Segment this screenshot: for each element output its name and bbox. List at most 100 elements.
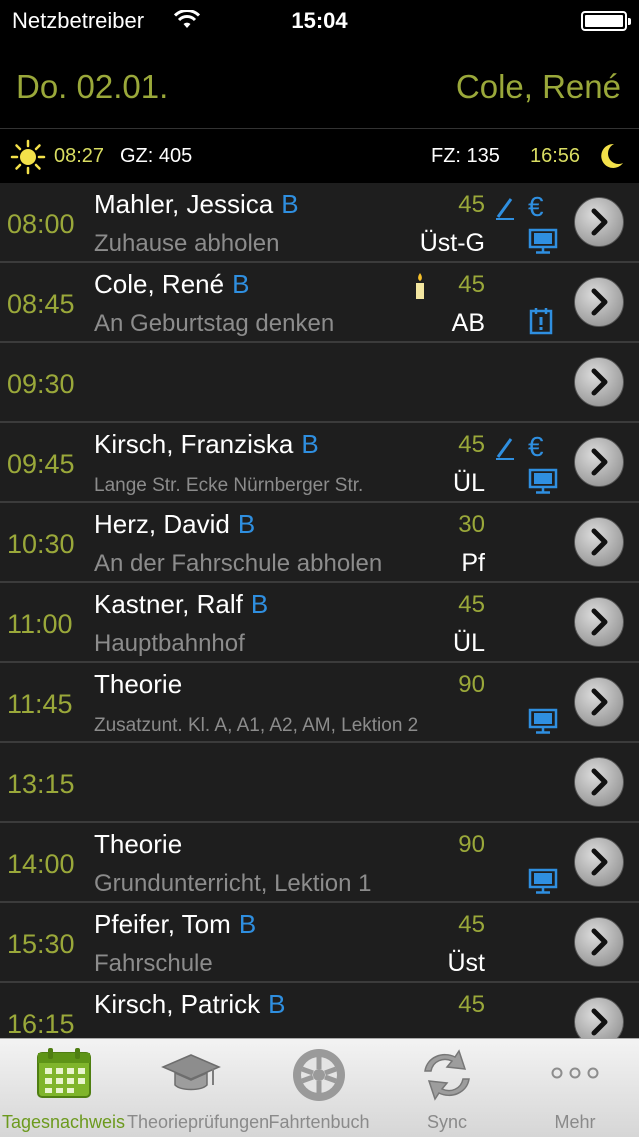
student-name: Cole, René — [94, 269, 225, 299]
theory-row[interactable]: 14:00 Theorie Grundunterricht, Lektion 1… — [0, 823, 639, 903]
sync-icon — [417, 1047, 477, 1108]
appointment-row[interactable]: 16:15 Kirsch, Patrick B 45 — [0, 983, 639, 1038]
tab-tagesnachweis[interactable]: Tagesnachweis — [0, 1039, 127, 1137]
empty-slot-row[interactable]: 09:30 — [0, 343, 639, 423]
fz-value: FZ: 135 — [431, 145, 500, 167]
row-title: Theorie — [94, 829, 183, 859]
row-duration: 45 — [458, 191, 485, 218]
birthday-candle-icon — [411, 271, 429, 306]
row-lesson-type: ÜL — [453, 629, 485, 657]
row-detail-button[interactable] — [574, 997, 624, 1038]
pencil-icon — [494, 435, 516, 466]
sun-info-bar: 08:27 GZ: 405 FZ: 135 16:56 — [0, 129, 639, 183]
row-detail-button[interactable] — [574, 197, 624, 247]
calendar-icon — [36, 1047, 92, 1104]
battery-icon — [581, 11, 631, 31]
row-student: Kirsch, Patrick B — [94, 989, 286, 1020]
monitor-icon — [527, 227, 559, 260]
monitor-icon — [527, 707, 559, 740]
row-detail-button[interactable] — [574, 757, 624, 807]
license-class: B — [237, 509, 256, 539]
row-time: 11:45 — [7, 689, 73, 719]
sun-icon — [10, 139, 46, 181]
tab-fahrtenbuch[interactable]: Fahrtenbuch — [255, 1039, 383, 1137]
graduation-cap-icon — [161, 1047, 221, 1102]
row-note: Grundunterricht, Lektion 1 — [94, 870, 372, 897]
pencil-icon — [494, 195, 516, 226]
row-detail-button[interactable] — [574, 277, 624, 327]
row-note: An Geburtstag denken — [94, 310, 335, 337]
appointment-row[interactable]: 15:30 Pfeifer, Tom B Fahrschule 45 Üst — [0, 903, 639, 983]
row-duration: 30 — [458, 511, 485, 538]
tab-label: Tagesnachweis — [1, 1112, 126, 1132]
row-detail-button[interactable] — [574, 437, 624, 487]
monitor-icon — [527, 867, 559, 900]
appointment-row[interactable]: 08:45 Cole, René B An Geburtstag denken 4… — [0, 263, 639, 343]
row-detail-button[interactable] — [574, 357, 624, 407]
row-note: An der Fahrschule abholen — [94, 550, 383, 577]
row-time: 08:00 — [7, 209, 75, 239]
row-note: Lange Str. Ecke Nürnberger Str. — [94, 475, 364, 496]
tab-label: Sync — [426, 1112, 468, 1132]
tab-theoriepruefungen[interactable]: Theorieprüfungen — [127, 1039, 270, 1137]
row-title: Theorie — [94, 669, 183, 699]
row-detail-button[interactable] — [574, 917, 624, 967]
row-lesson-type: AB — [451, 309, 485, 337]
row-student: Cole, René B — [94, 269, 249, 300]
student-name: Kastner, Ralf — [94, 589, 243, 619]
row-note: Fahrschule — [94, 950, 213, 977]
row-note: Zusatzunt. Kl. A, A1, A2, AM, Lektion 2 — [94, 715, 419, 736]
wheel-icon — [291, 1047, 347, 1108]
license-class: B — [250, 589, 269, 619]
more-icon — [549, 1065, 601, 1086]
row-student: Mahler, Jessica B — [94, 189, 299, 220]
row-time: 10:30 — [7, 529, 75, 559]
row-student: Herz, David B — [94, 509, 255, 540]
row-detail-button[interactable] — [574, 677, 624, 727]
row-student: Kastner, Ralf B — [94, 589, 268, 620]
day-header: Do. 02.01. Cole, René — [0, 42, 639, 129]
student-name: Kirsch, Patrick — [94, 989, 261, 1019]
row-detail-button[interactable] — [574, 517, 624, 567]
appointment-row[interactable]: 08:00 Mahler, Jessica B Zuhause abholen 4… — [0, 183, 639, 263]
row-time: 09:30 — [7, 369, 75, 399]
euro-icon: € — [528, 431, 544, 462]
license-class: B — [301, 429, 319, 459]
row-duration: 45 — [458, 991, 485, 1018]
appointment-row[interactable]: 09:45 Kirsch, Franziska B Lange Str. Ecke… — [0, 423, 639, 503]
calendar-alert-icon — [529, 307, 553, 340]
row-time: 14:00 — [7, 849, 75, 879]
row-detail-button[interactable] — [574, 597, 624, 647]
row-time: 09:45 — [7, 449, 75, 479]
empty-slot-row[interactable]: 13:15 — [0, 743, 639, 823]
moon-icon — [596, 141, 626, 177]
appointment-list[interactable]: 08:00 Mahler, Jessica B Zuhause abholen 4… — [0, 183, 639, 1038]
row-duration: 90 — [458, 831, 485, 858]
license-class: B — [281, 189, 299, 219]
status-bar: Netzbetreiber 15:04 — [0, 0, 639, 42]
student-name: Pfeifer, Tom — [94, 909, 231, 939]
gz-value: GZ: 405 — [120, 145, 193, 167]
theory-row[interactable]: 11:45 Theorie Zusatzunt. Kl. A, A1, A2, … — [0, 663, 639, 743]
appointment-row[interactable]: 10:30 Herz, David B An der Fahrschule abh… — [0, 503, 639, 583]
tab-bar: Tagesnachweis Theorieprüfungen Fahrtenbu… — [0, 1038, 639, 1137]
status-time: 15:04 — [291, 8, 348, 33]
row-lesson-type: Pf — [461, 549, 485, 577]
tab-label: Theorieprüfungen — [127, 1112, 270, 1132]
sunrise-time: 08:27 — [54, 145, 105, 167]
date-label[interactable]: Do. 02.01. — [16, 68, 168, 106]
student-name: Herz, David — [94, 509, 230, 539]
appointment-row[interactable]: 11:00 Kastner, Ralf B Hauptbahnhof 45 ÜL — [0, 583, 639, 663]
instructor-name[interactable]: Cole, René — [456, 68, 621, 106]
row-duration: 90 — [458, 671, 485, 698]
license-class: B — [232, 269, 250, 299]
tab-sync[interactable]: Sync — [383, 1039, 511, 1137]
tab-mehr[interactable]: Mehr — [511, 1039, 639, 1137]
row-student: Kirsch, Franziska B — [94, 429, 319, 460]
tab-label: Mehr — [554, 1112, 596, 1132]
row-lesson-type: ÜL — [453, 469, 485, 497]
row-duration: 45 — [458, 911, 485, 938]
license-class: B — [238, 909, 257, 939]
euro-icon: € — [528, 191, 544, 222]
row-detail-button[interactable] — [574, 837, 624, 887]
